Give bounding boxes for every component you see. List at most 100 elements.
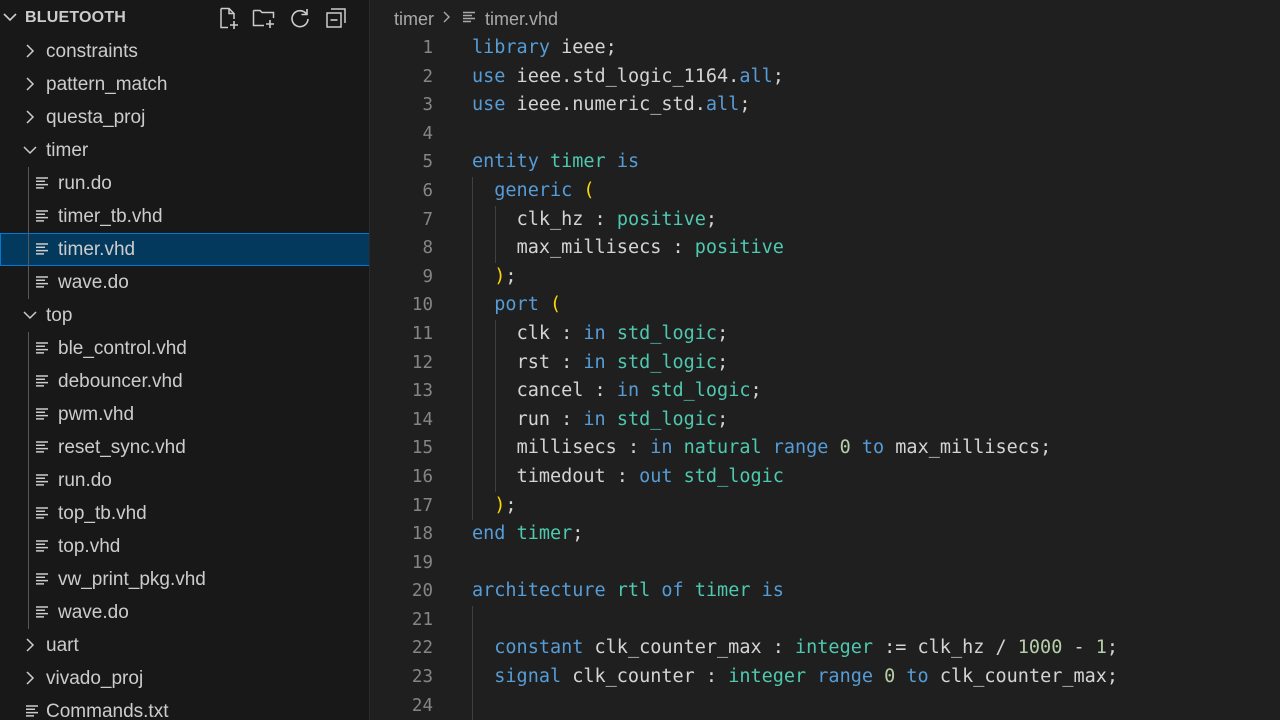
code-token: ;	[505, 494, 517, 516]
line-number: 16	[411, 466, 433, 487]
code-line[interactable]: 17 );	[370, 492, 1280, 521]
code-line[interactable]: 22 constant clk_counter_max : integer :=…	[370, 634, 1280, 663]
tree-item-label: timer_tb.vhd	[58, 206, 163, 227]
code-line[interactable]: 13 cancel : in std_logic;	[370, 377, 1280, 406]
code-line[interactable]: 6 generic (	[370, 177, 1280, 206]
code-token: cancel :	[516, 380, 617, 402]
code-line[interactable]: 5 entity timer is	[370, 148, 1280, 177]
code-token: std_logic	[616, 408, 718, 430]
code-line[interactable]: 18 end timer;	[370, 520, 1280, 549]
code-line[interactable]: 23 signal clk_counter : integer range 0 …	[370, 663, 1280, 692]
code-token: := clk_hz /	[872, 637, 1018, 659]
chevron-right-icon[interactable]	[22, 43, 38, 59]
tree-item-label: pwm.vhd	[58, 404, 135, 425]
chevron-down-icon[interactable]	[22, 307, 38, 323]
code-token: timer	[516, 523, 573, 545]
tree-file[interactable]: reset_sync.vhd	[0, 431, 369, 464]
code-token: to	[861, 437, 885, 459]
code-line[interactable]: 16 timedout : out std_logic	[370, 463, 1280, 492]
code-token: std_logic	[616, 351, 718, 373]
collapse-all-icon[interactable]	[324, 6, 348, 30]
code-token: std_logic	[683, 465, 784, 487]
tree-folder[interactable]: top	[0, 299, 369, 332]
tree-file[interactable]: top.vhd	[0, 530, 369, 563]
code-line[interactable]: 12 rst : in std_logic;	[370, 349, 1280, 378]
code-area[interactable]: 1 library ieee; 2 use ieee.std_logic_1164.a…	[370, 34, 1280, 720]
code-text: rst : in std_logic;	[472, 349, 729, 378]
tree-file[interactable]: run.do	[0, 167, 369, 200]
indent-guide	[494, 320, 496, 492]
code-token: ieee;	[549, 37, 617, 58]
chevron-right-icon[interactable]	[22, 637, 38, 653]
code-token: natural	[683, 437, 762, 459]
code-line[interactable]: 1 library ieee;	[370, 34, 1280, 63]
file-tree: constraints pattern_match questa_proj timer…	[0, 35, 369, 720]
tree-folder[interactable]: timer	[0, 134, 369, 167]
breadcrumb-file[interactable]: timer.vhd	[485, 9, 558, 30]
tree-file[interactable]: debouncer.vhd	[0, 365, 369, 398]
tree-item-label: timer.vhd	[58, 239, 136, 260]
code-line[interactable]: 7 clk_hz : positive;	[370, 206, 1280, 235]
tree-file[interactable]: pwm.vhd	[0, 398, 369, 431]
code-line[interactable]: 3 use ieee.numeric_std.all;	[370, 91, 1280, 120]
code-editor[interactable]: timer timer.vhd 1 library ieee; 2 use ieee.s…	[370, 0, 1280, 720]
tree-file[interactable]: Commands.txt	[0, 695, 369, 720]
code-token: run :	[516, 408, 584, 430]
tree-item-label: wave.do	[58, 272, 129, 293]
line-number: 18	[411, 524, 433, 545]
tree-file[interactable]: top_tb.vhd	[0, 497, 369, 530]
new-file-icon[interactable]	[216, 6, 240, 30]
code-line[interactable]: 11 clk : in std_logic;	[370, 320, 1280, 349]
tree-folder[interactable]: uart	[0, 629, 369, 662]
tree-file[interactable]: timer_tb.vhd	[0, 200, 369, 233]
code-line[interactable]: 20 architecture rtl of timer is	[370, 577, 1280, 606]
code-token: integer	[795, 637, 873, 659]
line-number: 9	[422, 266, 433, 287]
tree-folder[interactable]: vivado_proj	[0, 662, 369, 695]
code-token: )	[494, 494, 506, 516]
tree-file[interactable]: vw_print_pkg.vhd	[0, 563, 369, 596]
tree-file[interactable]: ble_control.vhd	[0, 332, 369, 365]
chevron-down-icon[interactable]	[22, 142, 38, 158]
tree-folder[interactable]: constraints	[0, 35, 369, 68]
breadcrumb-folder[interactable]: timer	[394, 9, 434, 30]
code-token: end	[472, 523, 506, 545]
tree-folder[interactable]: questa_proj	[0, 101, 369, 134]
code-line[interactable]: 21	[370, 606, 1280, 635]
code-token: 0	[884, 666, 896, 688]
tree-file[interactable]: wave.do	[0, 596, 369, 629]
file-lines-icon	[36, 474, 48, 486]
code-line[interactable]: 4	[370, 120, 1280, 149]
code-line[interactable]: 10 port (	[370, 291, 1280, 320]
code-token: port	[494, 294, 539, 316]
tree-item-label: pattern_match	[46, 74, 168, 95]
chevron-right-icon[interactable]	[22, 670, 38, 686]
tree-folder[interactable]: pattern_match	[0, 68, 369, 101]
chevron-right-icon[interactable]	[22, 109, 38, 125]
tree-file[interactable]: timer.vhd	[0, 233, 369, 266]
code-line[interactable]: 2 use ieee.std_logic_1164.all;	[370, 63, 1280, 92]
tree-file[interactable]: run.do	[0, 464, 369, 497]
code-token: clk_counter_max :	[583, 637, 796, 659]
code-line[interactable]: 9 );	[370, 263, 1280, 292]
code-line[interactable]: 24	[370, 692, 1280, 720]
code-line[interactable]: 8 max_millisecs : positive	[370, 234, 1280, 263]
code-line[interactable]: 15 millisecs : in natural range 0 to max…	[370, 434, 1280, 463]
explorer-header[interactable]: BLUETOOTH	[0, 0, 369, 36]
new-folder-icon[interactable]	[252, 6, 276, 30]
code-line[interactable]: 19	[370, 549, 1280, 578]
tree-file[interactable]: wave.do	[0, 266, 369, 299]
chevron-right-icon	[443, 11, 450, 23]
line-number: 15	[411, 438, 433, 459]
refresh-icon[interactable]	[288, 6, 312, 30]
chevron-down-icon[interactable]	[0, 7, 20, 27]
chevron-right-icon[interactable]	[22, 76, 38, 92]
code-line[interactable]: 14 run : in std_logic;	[370, 406, 1280, 435]
line-number: 12	[411, 352, 433, 373]
